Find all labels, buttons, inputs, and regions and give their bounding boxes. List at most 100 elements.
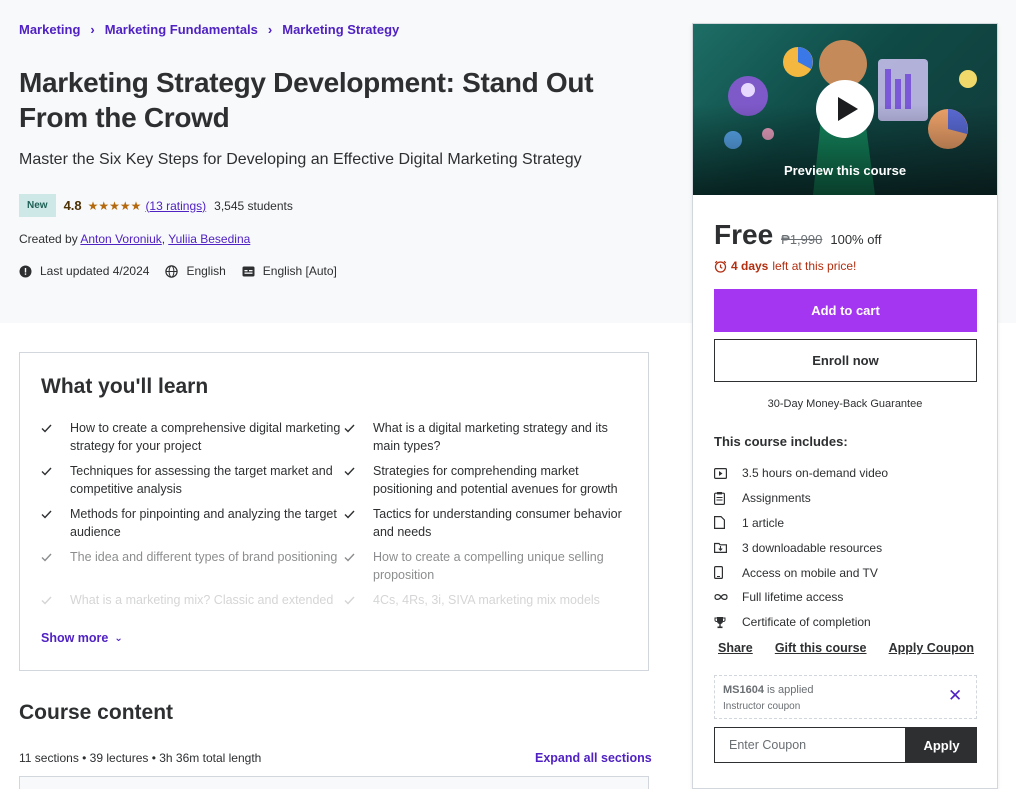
price-row: Free ₱1,990 100% off: [714, 219, 881, 251]
check-icon: [41, 505, 70, 541]
globe-icon: [165, 264, 179, 278]
includes-item: 3 downloadable resources: [714, 535, 888, 560]
learn-item: What is a digital marketing strategy and…: [344, 419, 631, 455]
students-count: 3,545 students: [214, 198, 293, 213]
created-by-label: Created by: [19, 232, 78, 246]
includes-text: 3.5 hours on-demand video: [742, 466, 889, 481]
share-button[interactable]: Share: [718, 641, 753, 655]
remove-coupon-icon[interactable]: ✕: [948, 686, 962, 706]
includes-text: Full lifetime access: [742, 590, 844, 605]
discount-percent: 100% off: [830, 232, 882, 247]
timer-days: 4 days: [731, 259, 769, 273]
alarm-clock-icon: [714, 260, 727, 273]
includes-text: 3 downloadable resources: [742, 540, 883, 555]
includes-title: This course includes:: [714, 434, 848, 449]
includes-item: 1 article: [714, 511, 888, 536]
learn-item: How to create a compelling unique sellin…: [344, 548, 631, 584]
learn-item: How to create a comprehensive digital ma…: [41, 419, 344, 455]
learn-item: Strategies for comprehending market posi…: [344, 462, 631, 498]
rating-value: 4.8: [63, 198, 82, 213]
check-icon: [41, 591, 70, 609]
check-icon: [344, 548, 373, 584]
mobile-icon: [714, 566, 742, 580]
money-back-guarantee: 30-Day Money-Back Guarantee: [767, 398, 923, 410]
ratings-count-link[interactable]: (13 ratings): [145, 199, 206, 213]
article-icon: [714, 516, 742, 530]
coupon-code: MS1604: [723, 684, 764, 696]
learn-item-text: 4Cs, 4Rs, 3i, SIVA marketing mix models: [373, 593, 600, 607]
includes-item: 3.5 hours on-demand video: [714, 461, 888, 486]
breadcrumb-marketing-fundamentals[interactable]: Marketing Fundamentals: [105, 22, 258, 37]
learn-item-text: How to create a comprehensive digital ma…: [70, 421, 341, 453]
new-badge: New: [19, 194, 56, 217]
check-icon: [344, 462, 373, 498]
course-content-title: Course content: [19, 701, 174, 724]
add-to-cart-button[interactable]: Add to cart: [714, 289, 977, 332]
star-rating-icon: ★★★★★: [87, 198, 142, 213]
coupon-status: MS1604 is applied: [723, 684, 814, 696]
coupon-applied-text: is applied: [767, 684, 814, 696]
assignment-icon: [714, 491, 742, 505]
includes-text: 1 article: [742, 515, 785, 530]
learn-item-text: What is a digital marketing strategy and…: [373, 421, 608, 453]
price-timer: 4 days left at this price!: [714, 259, 856, 273]
learn-item: The idea and different types of brand po…: [41, 548, 344, 584]
infinity-icon: [714, 593, 742, 601]
play-icon[interactable]: [816, 80, 874, 138]
course-section-header[interactable]: [19, 776, 649, 789]
coupon-input[interactable]: [714, 727, 906, 763]
show-more-label: Show more: [41, 631, 109, 645]
learn-item-text: Strategies for comprehending market posi…: [373, 464, 618, 496]
includes-list: 3.5 hours on-demand video Assignments 1 …: [714, 461, 888, 635]
course-title: Marketing Strategy Development: Stand Ou…: [19, 67, 594, 133]
includes-item: Access on mobile and TV: [714, 560, 888, 585]
gift-course-button[interactable]: Gift this course: [775, 641, 867, 655]
breadcrumb-marketing[interactable]: Marketing: [19, 22, 80, 37]
rating-row: New 4.8 ★★★★★ (13 ratings) 3,545 student…: [19, 194, 293, 217]
created-by: Created by Anton Voroniuk, Yuliia Besedi…: [19, 232, 250, 246]
includes-item: Certificate of completion: [714, 610, 888, 635]
check-icon: [41, 462, 70, 498]
enroll-now-button[interactable]: Enroll now: [714, 339, 977, 382]
preview-label[interactable]: Preview this course: [693, 163, 997, 178]
learn-item-text: What is a marketing mix? Classic and ext…: [70, 593, 334, 607]
last-updated-text: Last updated 4/2024: [40, 264, 150, 278]
language-text: English: [186, 264, 226, 278]
coupon-type: Instructor coupon: [723, 701, 801, 712]
learn-item: Techniques for assessing the target mark…: [41, 462, 344, 498]
course-meta-row: Last updated 4/2024 English English [Aut…: [19, 264, 353, 278]
learn-list: How to create a comprehensive digital ma…: [41, 419, 631, 609]
apply-coupon-link[interactable]: Apply Coupon: [889, 641, 974, 655]
alert-badge-icon: [19, 265, 32, 277]
check-icon: [344, 505, 373, 541]
timer-text: left at this price!: [772, 259, 857, 273]
current-price: Free: [714, 219, 774, 250]
purchase-sidebar: Preview this course Free ₱1,990 100% off…: [692, 23, 998, 789]
sidebar-actions: Share Gift this course Apply Coupon: [718, 641, 974, 655]
breadcrumb-marketing-strategy[interactable]: Marketing Strategy: [282, 22, 399, 37]
author-link[interactable]: Yuliia Besedina: [168, 232, 250, 246]
breadcrumb: Marketing › Marketing Fundamentals › Mar…: [19, 22, 399, 37]
includes-text: Access on mobile and TV: [742, 565, 878, 580]
last-updated: Last updated 4/2024: [19, 264, 149, 278]
chevron-right-icon: ›: [90, 22, 95, 37]
course-preview[interactable]: Preview this course: [693, 24, 997, 195]
learn-item-text: Tactics for understanding consumer behav…: [373, 507, 622, 539]
captions: English [Auto]: [242, 264, 337, 278]
captions-text: English [Auto]: [262, 264, 337, 278]
check-icon: [41, 419, 70, 455]
learn-item: What is a marketing mix? Classic and ext…: [41, 591, 344, 609]
course-subtitle: Master the Six Key Steps for Developing …: [19, 151, 582, 168]
expand-all-sections-button[interactable]: Expand all sections: [535, 751, 652, 765]
author-link[interactable]: Anton Voroniuk: [80, 232, 161, 246]
apply-coupon-button[interactable]: Apply: [906, 727, 977, 763]
includes-item: Assignments: [714, 486, 888, 511]
applied-coupon: MS1604 is applied Instructor coupon ✕: [714, 675, 977, 719]
original-price: ₱1,990: [781, 232, 823, 247]
video-icon: [714, 467, 742, 479]
show-more-button[interactable]: Show more ⌄: [41, 631, 123, 645]
includes-item: Full lifetime access: [714, 585, 888, 610]
check-icon: [41, 548, 70, 584]
learn-item-text: Methods for pinpointing and analyzing th…: [70, 507, 337, 539]
course-content-meta: 11 sections • 39 lectures • 3h 36m total…: [19, 751, 262, 765]
